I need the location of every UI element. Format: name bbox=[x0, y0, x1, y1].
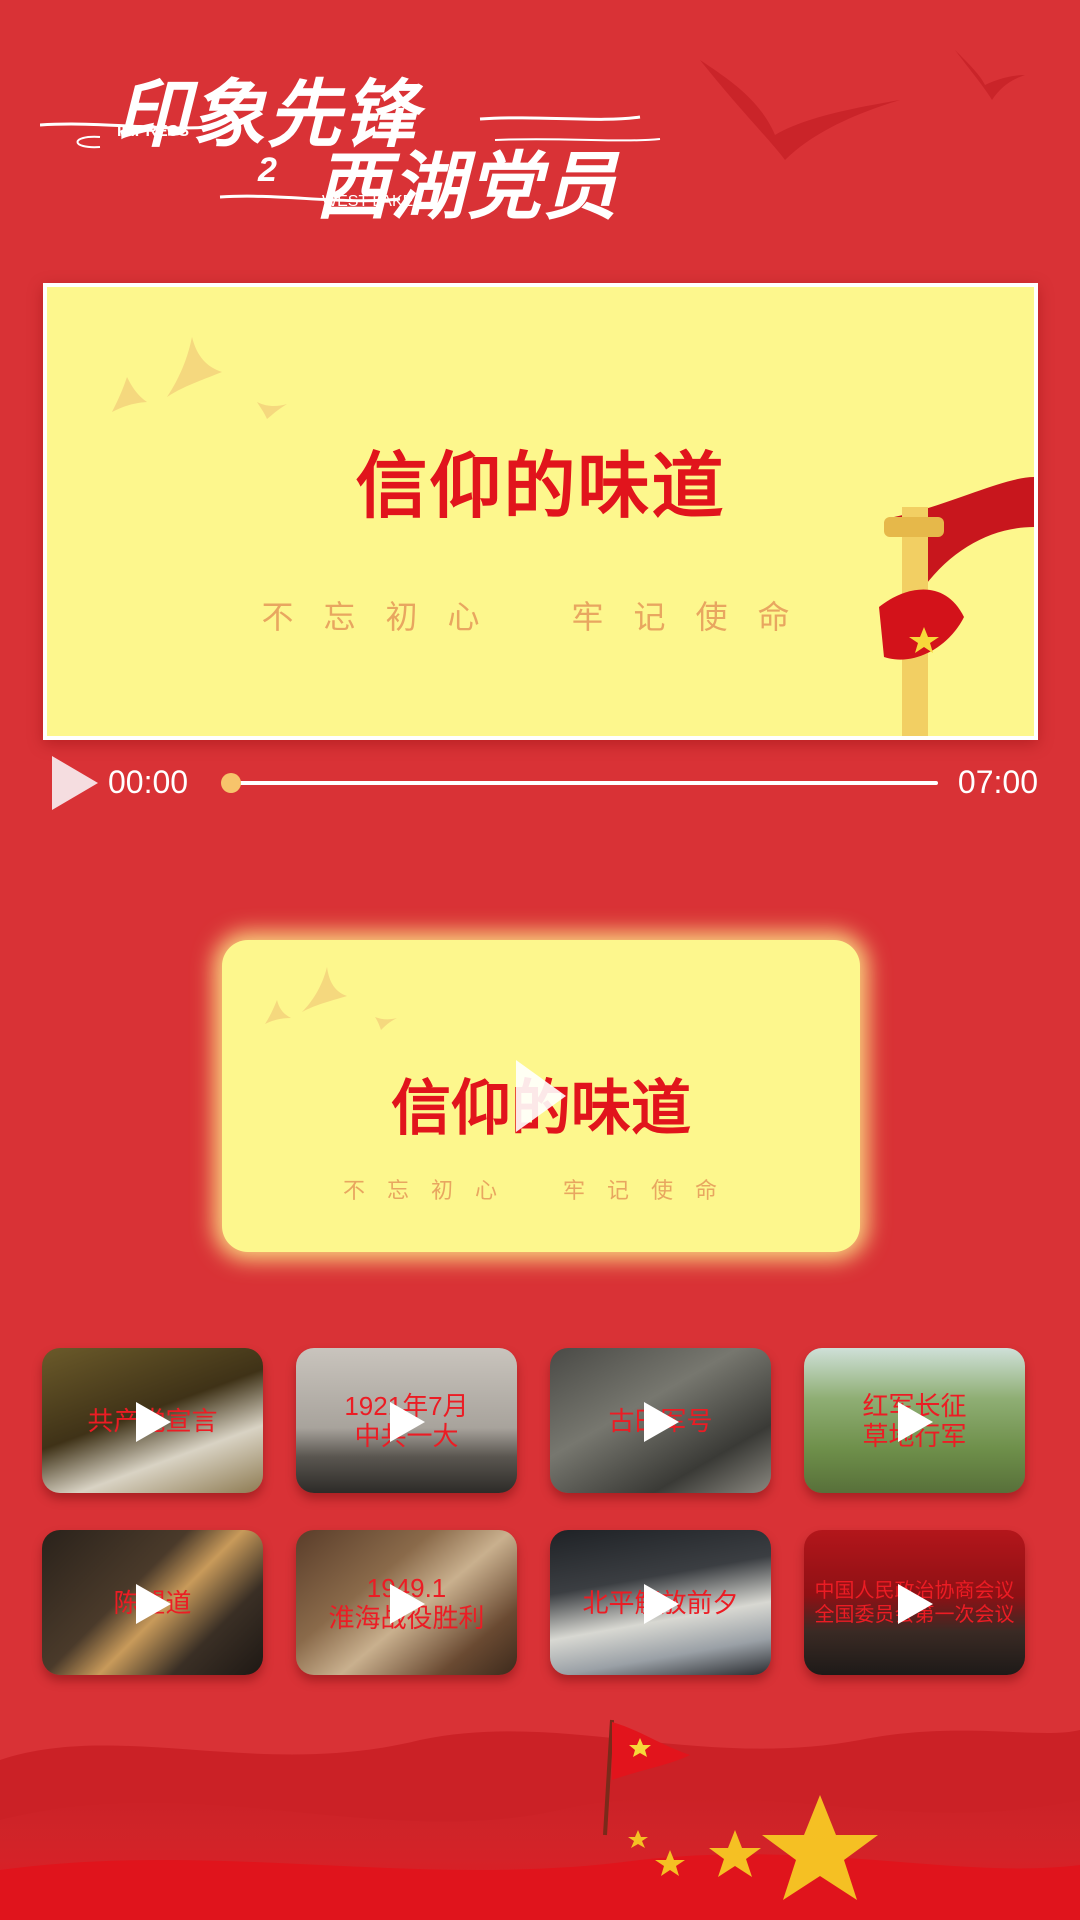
play-icon[interactable] bbox=[48, 754, 100, 812]
featured-video-card[interactable]: 信仰的味道 不忘初心 牢记使命 bbox=[222, 940, 860, 1252]
logo-subtitle-en1: IMPRESS bbox=[117, 123, 190, 140]
progress-knob[interactable] bbox=[221, 773, 241, 793]
play-icon[interactable] bbox=[387, 1582, 427, 1626]
logo-number: 2 bbox=[258, 151, 277, 189]
play-icon[interactable] bbox=[133, 1582, 173, 1626]
birds-decoration bbox=[112, 337, 287, 419]
play-icon[interactable] bbox=[387, 1400, 427, 1444]
video-player-screen[interactable]: 信仰的味道 不忘初心 牢记使命 bbox=[43, 283, 1038, 740]
play-icon[interactable] bbox=[512, 1056, 568, 1136]
birds-decoration bbox=[265, 967, 397, 1030]
featured-subtitle: 不忘初心 牢记使命 bbox=[342, 1178, 739, 1203]
thumb-cppcc-first-session[interactable]: 中国人民政治协商会议 全国委员会第一次会议 bbox=[804, 1530, 1025, 1675]
flying-birds-decoration bbox=[700, 50, 1025, 160]
logo: 印象先锋 IMPRESS 2 西湖党员 WEST LAKE bbox=[40, 55, 680, 230]
footer-flag-decoration bbox=[0, 1719, 1080, 1920]
thumb-first-congress[interactable]: 1921年7月 中共一大 bbox=[296, 1348, 517, 1493]
logo-title-line2: 西湖党员 bbox=[315, 144, 619, 230]
play-icon[interactable] bbox=[133, 1400, 173, 1444]
play-icon[interactable] bbox=[641, 1400, 681, 1444]
total-time: 07:00 bbox=[957, 764, 1038, 800]
thumb-long-march[interactable]: 红军长征 草地行军 bbox=[804, 1348, 1025, 1493]
huabiao-flag-decoration bbox=[879, 477, 1034, 736]
logo-subtitle-en2: WEST LAKE bbox=[322, 193, 414, 210]
progress-track[interactable] bbox=[228, 781, 938, 785]
thumb-communist-manifesto[interactable]: 共产党宣言 bbox=[42, 1348, 263, 1493]
play-icon[interactable] bbox=[641, 1582, 681, 1626]
thumb-gutian-bugle[interactable]: 古田军号 bbox=[550, 1348, 771, 1493]
play-icon[interactable] bbox=[895, 1582, 935, 1626]
thumb-huaihai-victory[interactable]: 1949.1 淮海战役胜利 bbox=[296, 1530, 517, 1675]
thumb-chen-wangdao[interactable]: 陈望道 bbox=[42, 1530, 263, 1675]
current-time: 00:00 bbox=[108, 764, 189, 800]
player-controls: 00:00 07:00 bbox=[43, 752, 1038, 812]
thumb-beiping-liberation[interactable]: 北平解放前夕 bbox=[550, 1530, 771, 1675]
play-icon[interactable] bbox=[895, 1400, 935, 1444]
